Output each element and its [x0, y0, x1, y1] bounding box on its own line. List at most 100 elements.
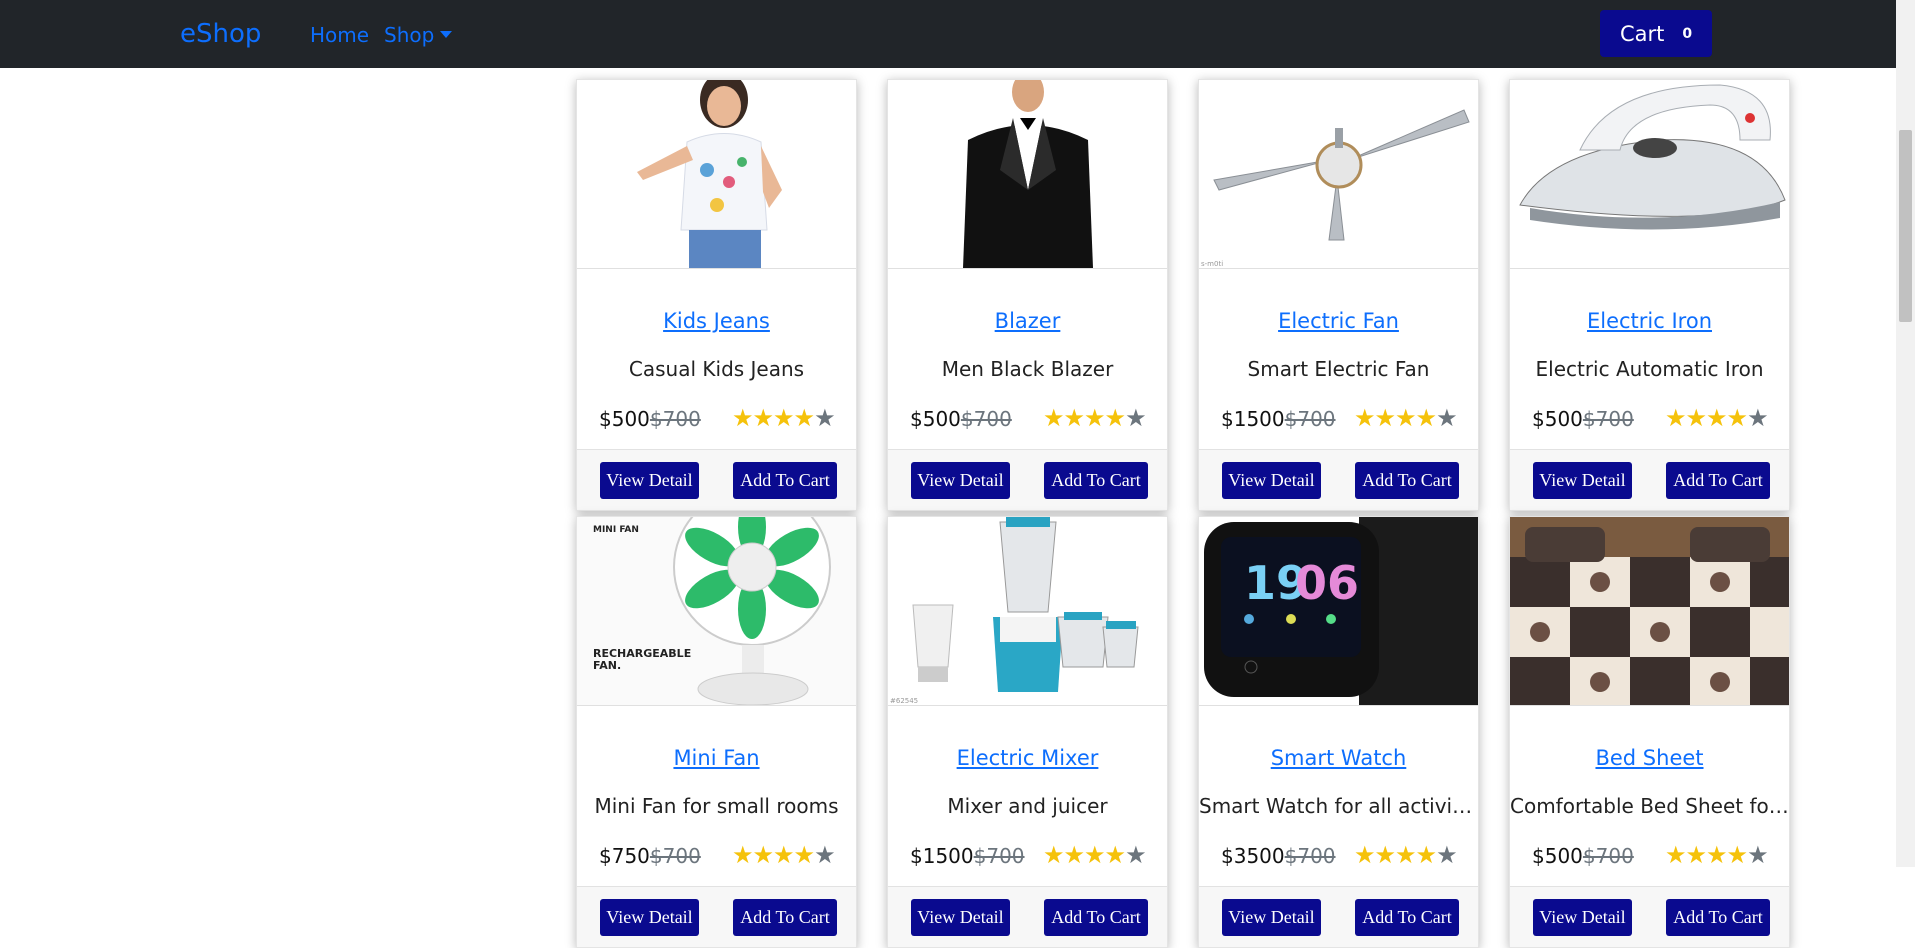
star-icon: ★ — [793, 841, 815, 869]
product-description: Electric Automatic Iron — [1535, 357, 1764, 381]
old-price: $700 — [1284, 407, 1336, 431]
star-icon: ★ — [814, 841, 835, 869]
old-price: $700 — [1582, 844, 1634, 868]
card-footer: View Detail Add To Cart — [1199, 449, 1478, 510]
star-icon: ★ — [1436, 404, 1457, 432]
product-card: 19 06 Smart Watch Smart Watch for all ac… — [1198, 516, 1479, 948]
product-title-link[interactable]: Electric Mixer — [888, 745, 1167, 771]
bed-sheet-image[interactable] — [1510, 517, 1789, 706]
current-price: $500 — [1532, 407, 1583, 431]
product-price: $1500$700 — [910, 843, 1025, 869]
scrollbar-thumb[interactable] — [1899, 130, 1912, 322]
add-to-cart-button[interactable]: Add To Cart — [1666, 899, 1770, 936]
rating-stars: ★★★★★ — [1043, 404, 1147, 432]
card-footer: View Detail Add To Cart — [1510, 886, 1789, 947]
card-footer: View Detail Add To Cart — [577, 449, 856, 510]
star-icon: ★ — [1747, 841, 1768, 869]
nav-home-link[interactable]: Home — [310, 22, 369, 48]
nav-shop-label: Shop — [384, 23, 435, 47]
star-icon: ★ — [773, 841, 794, 869]
product-title-link[interactable]: Bed Sheet — [1510, 745, 1789, 771]
man-in-tuxedo-image[interactable] — [888, 80, 1167, 269]
star-icon: ★ — [1354, 404, 1375, 432]
star-icon: ★ — [1415, 404, 1437, 432]
mini-fan-image-text: MINI FAN — [593, 525, 639, 535]
product-title-link[interactable]: Electric Fan — [1199, 308, 1478, 334]
product-price: $500$700 — [1532, 406, 1634, 432]
product-card: s-m0ti Electric Fan Smart Electric Fan $… — [1198, 79, 1479, 511]
cart-button[interactable]: Cart 0 — [1600, 10, 1712, 57]
girl-in-tshirt-image[interactable] — [577, 80, 856, 269]
product-card: MINI FAN RECHARGEABLE FAN. Mini Fan Mini… — [576, 516, 857, 948]
star-icon: ★ — [732, 404, 753, 432]
view-detail-button[interactable]: View Detail — [1533, 462, 1632, 499]
add-to-cart-button[interactable]: Add To Cart — [733, 462, 837, 499]
rating-stars: ★★★★★ — [1043, 841, 1147, 869]
product-card: Electric Iron Electric Automatic Iron $5… — [1509, 79, 1790, 511]
current-price: $500 — [910, 407, 961, 431]
product-description: Smart Watch for all activities — [1199, 794, 1478, 818]
star-icon: ★ — [1063, 841, 1085, 869]
star-icon: ★ — [1125, 404, 1146, 432]
add-to-cart-button[interactable]: Add To Cart — [1355, 462, 1459, 499]
add-to-cart-button[interactable]: Add To Cart — [733, 899, 837, 936]
svg-text:06: 06 — [1295, 556, 1359, 610]
smart-watch-image[interactable]: 19 06 — [1199, 517, 1478, 706]
product-title-link[interactable]: Mini Fan — [577, 745, 856, 771]
chevron-down-icon — [440, 31, 453, 38]
star-icon: ★ — [1063, 404, 1085, 432]
product-price: $3500$700 — [1221, 843, 1336, 869]
view-detail-button[interactable]: View Detail — [1222, 462, 1321, 499]
star-icon: ★ — [1084, 404, 1105, 432]
star-icon: ★ — [1415, 841, 1437, 869]
cart-label: Cart — [1620, 21, 1665, 46]
brand-logo[interactable]: eShop — [180, 18, 261, 50]
product-card: Blazer Men Black Blazer $500$700 ★★★★★ V… — [887, 79, 1168, 511]
add-to-cart-button[interactable]: Add To Cart — [1044, 462, 1148, 499]
star-icon: ★ — [1374, 404, 1396, 432]
add-to-cart-button[interactable]: Add To Cart — [1355, 899, 1459, 936]
nav-shop-dropdown[interactable]: Shop — [384, 22, 453, 48]
view-detail-button[interactable]: View Detail — [911, 899, 1010, 936]
ceiling-fan-image[interactable]: s-m0ti — [1199, 80, 1478, 269]
view-detail-button[interactable]: View Detail — [1222, 899, 1321, 936]
electric-iron-image[interactable] — [1510, 80, 1789, 269]
card-footer: View Detail Add To Cart — [888, 886, 1167, 947]
rating-stars: ★★★★★ — [732, 841, 836, 869]
product-price: $750$700 — [599, 843, 701, 869]
star-icon: ★ — [1665, 404, 1686, 432]
star-icon: ★ — [732, 841, 753, 869]
old-price: $700 — [649, 407, 701, 431]
product-title-link[interactable]: Blazer — [888, 308, 1167, 334]
product-description: Mini Fan for small rooms — [594, 794, 839, 818]
star-icon: ★ — [752, 841, 774, 869]
navbar: eShop Home Shop Cart 0 — [0, 0, 1896, 68]
view-detail-button[interactable]: View Detail — [600, 899, 699, 936]
view-detail-button[interactable]: View Detail — [911, 462, 1010, 499]
product-title-link[interactable]: Kids Jeans — [577, 308, 856, 334]
current-price: $1500 — [910, 844, 974, 868]
product-title-link[interactable]: Smart Watch — [1199, 745, 1478, 771]
old-price: $700 — [960, 407, 1012, 431]
rating-stars: ★★★★★ — [1665, 841, 1769, 869]
star-icon: ★ — [1685, 841, 1707, 869]
current-price: $500 — [1532, 844, 1583, 868]
svg-text:FAN.: FAN. — [593, 659, 621, 672]
product-description: Casual Kids Jeans — [628, 357, 805, 381]
product-price: $1500$700 — [1221, 406, 1336, 432]
current-price: $1500 — [1221, 407, 1285, 431]
star-icon: ★ — [1104, 404, 1126, 432]
card-footer: View Detail Add To Cart — [1199, 886, 1478, 947]
mini-fan-image[interactable]: MINI FAN RECHARGEABLE FAN. — [577, 517, 856, 706]
current-price: $750 — [599, 844, 650, 868]
product-price: $500$700 — [1532, 843, 1634, 869]
add-to-cart-button[interactable]: Add To Cart — [1044, 899, 1148, 936]
view-detail-button[interactable]: View Detail — [600, 462, 699, 499]
star-icon: ★ — [1043, 841, 1064, 869]
star-icon: ★ — [1726, 841, 1748, 869]
add-to-cart-button[interactable]: Add To Cart — [1666, 462, 1770, 499]
mixer-grinder-image[interactable]: #62545 — [888, 517, 1167, 706]
view-detail-button[interactable]: View Detail — [1533, 899, 1632, 936]
product-description: Men Black Blazer — [941, 357, 1114, 381]
product-title-link[interactable]: Electric Iron — [1510, 308, 1789, 334]
